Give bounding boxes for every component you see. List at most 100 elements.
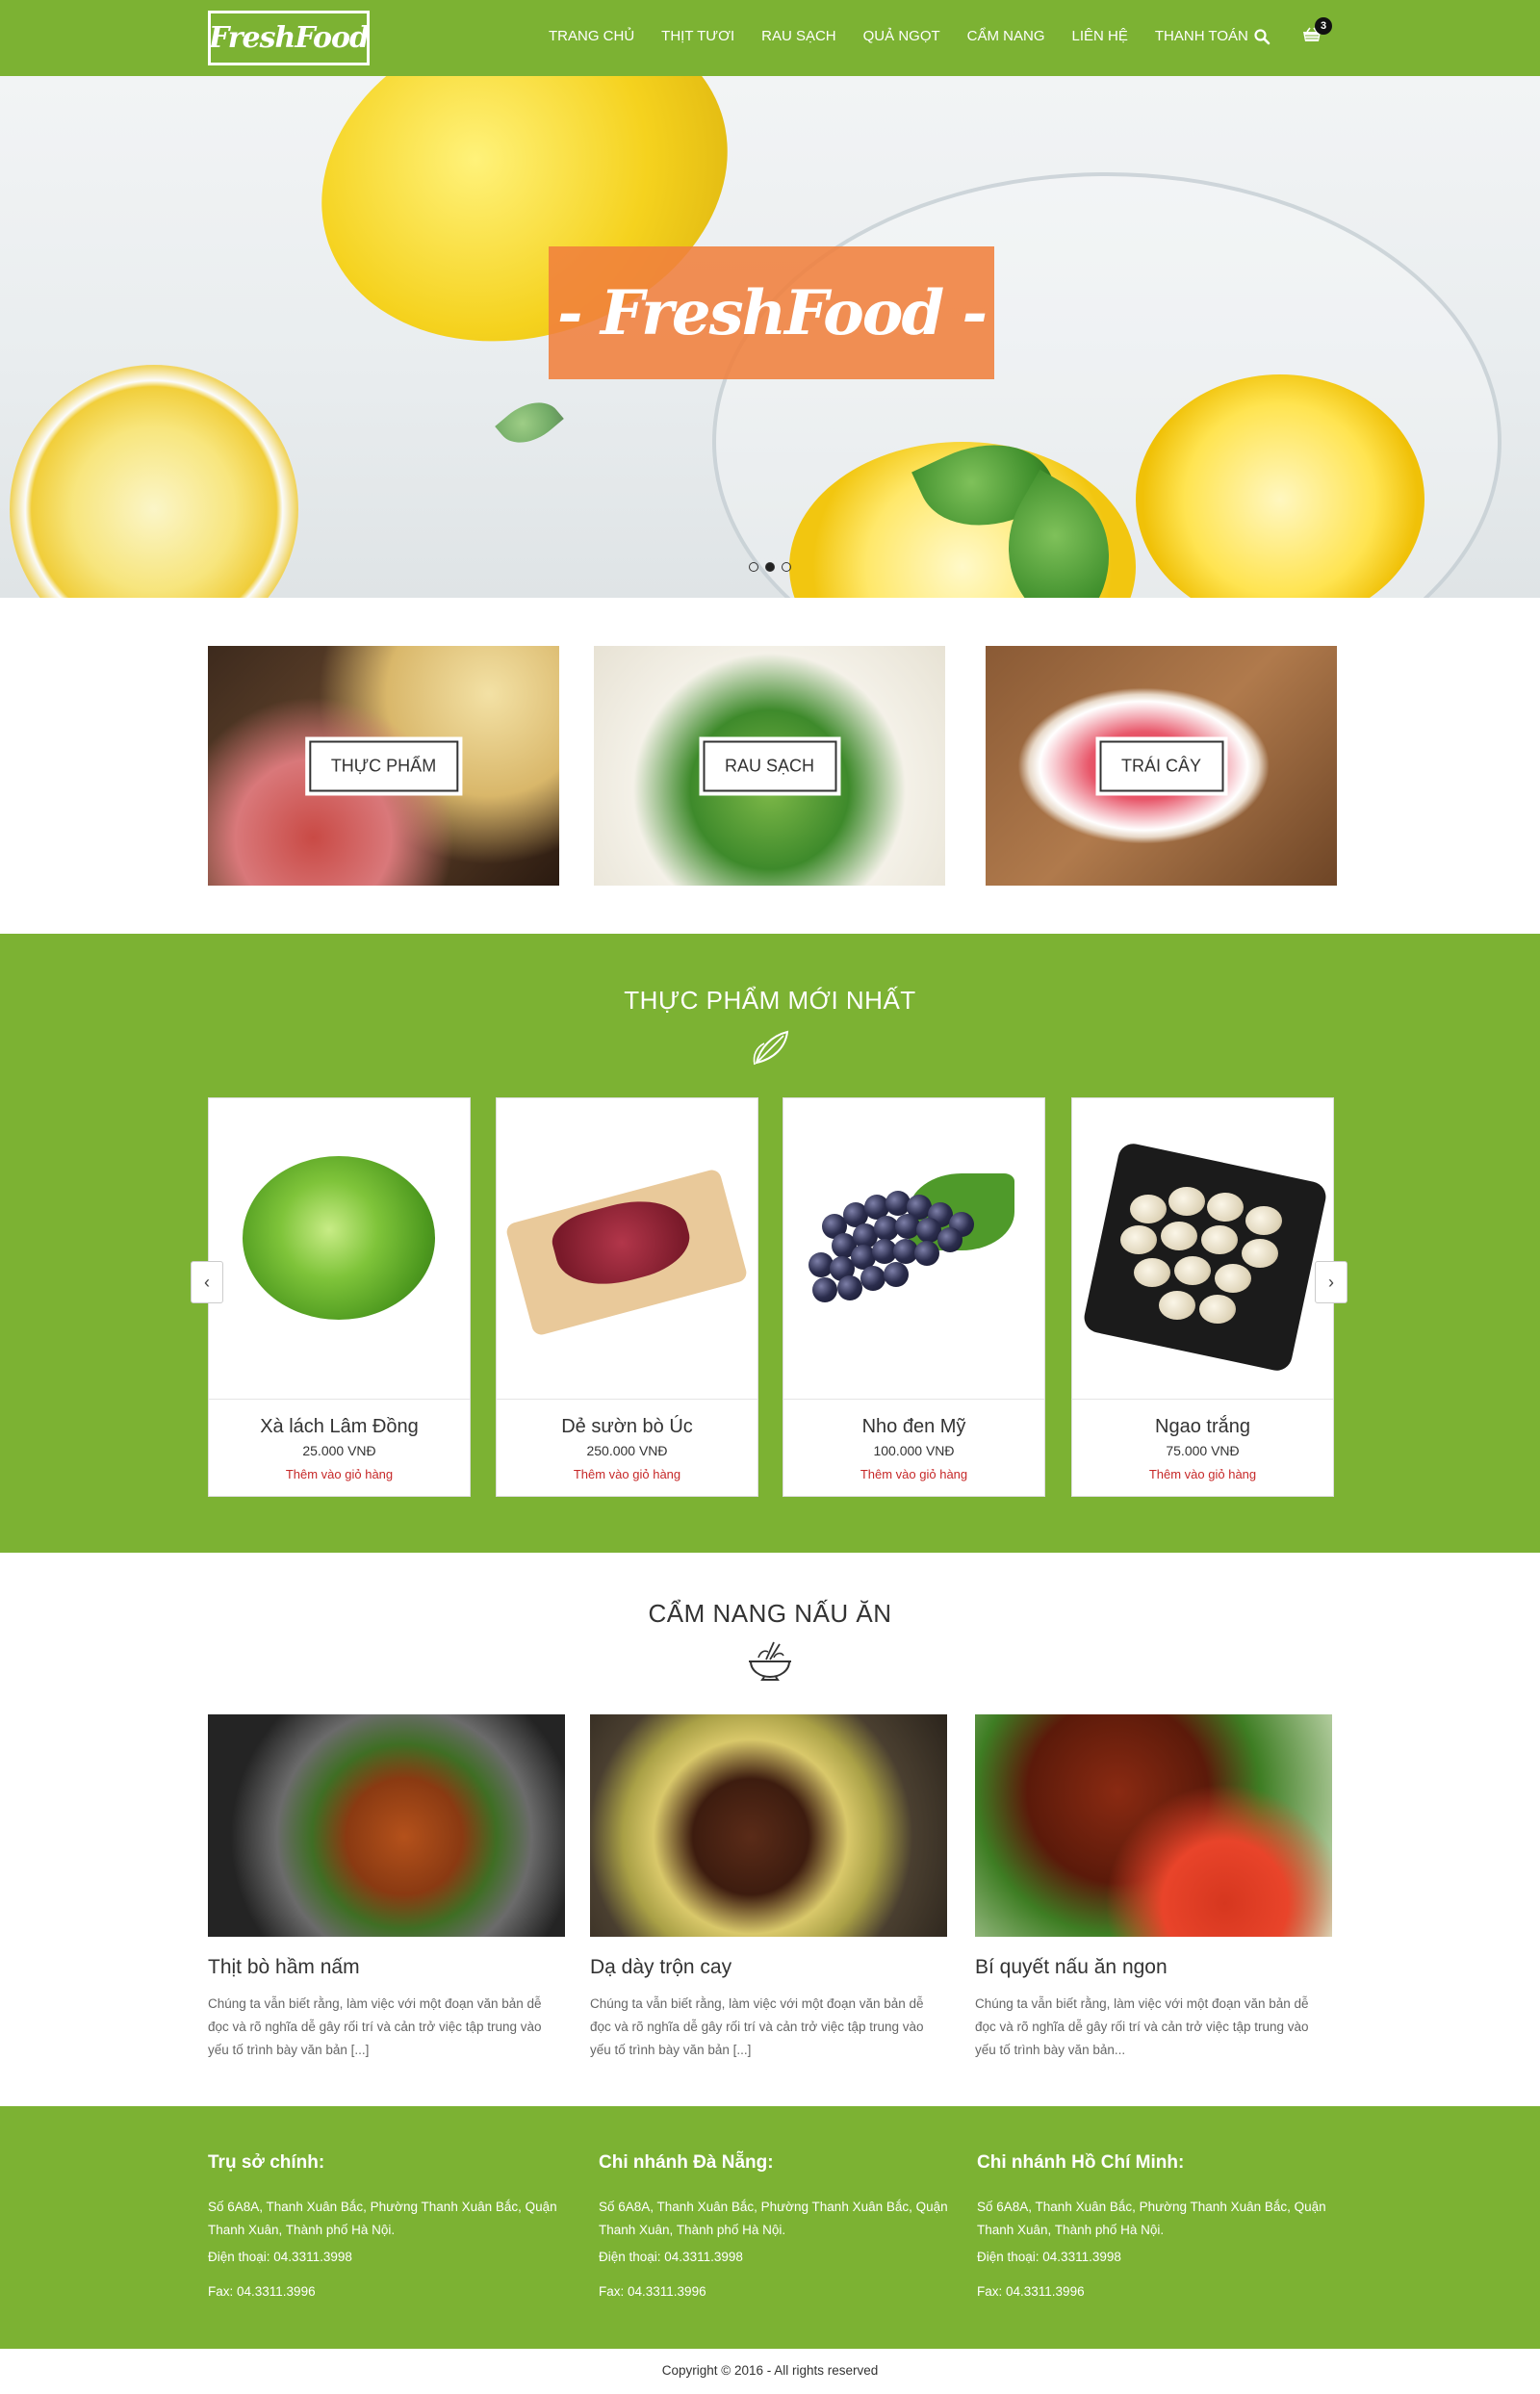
site-logo[interactable]: FreshFood	[208, 11, 370, 65]
leaf-icon	[753, 1030, 789, 1066]
slider-dot-2[interactable]	[765, 562, 775, 572]
branch-phone: Điện thoại: 04.3311.3998	[599, 2250, 743, 2264]
post-title[interactable]: Thịt bò hầm nấm	[208, 1956, 565, 1979]
footer-branch-hq: Trụ sở chính: Số 6A8A, Thanh Xuân Bắc, P…	[208, 2152, 574, 2299]
branch-address: Số 6A8A, Thanh Xuân Bắc, Phường Thanh Xu…	[208, 2200, 557, 2237]
nav-item-thit-tuoi[interactable]: THỊT TƯƠI	[661, 28, 734, 44]
site-footer: Trụ sở chính: Số 6A8A, Thanh Xuân Bắc, P…	[0, 2106, 1540, 2349]
category-label[interactable]: RAU SẠCH	[698, 736, 841, 795]
nav-item-cam-nang[interactable]: CẨM NANG	[967, 28, 1045, 44]
section-title: CẨM NANG NẤU ĂN	[648, 1599, 892, 1628]
product-name[interactable]: Dẻ sườn bò Úc	[497, 1416, 757, 1438]
clam-image	[1215, 1264, 1251, 1293]
grape-image	[837, 1275, 862, 1300]
footer-branch-ho-chi-minh: Chi nhánh Hồ Chí Minh: Số 6A8A, Thanh Xu…	[977, 2152, 1343, 2299]
carousel-next-button[interactable]: ›	[1315, 1261, 1348, 1303]
add-to-cart-link[interactable]: Thêm vào giỏ hàng	[209, 1467, 470, 1481]
product-name[interactable]: Ngao trắng	[1072, 1416, 1333, 1438]
grape-image	[914, 1241, 939, 1266]
branch-heading: Chi nhánh Đà Nẵng:	[599, 2152, 774, 2173]
clam-image	[1130, 1195, 1167, 1223]
category-tile-rau-sach[interactable]: RAU SẠCH	[594, 646, 945, 886]
clam-image	[1245, 1206, 1282, 1235]
category-label[interactable]: THỰC PHẨM	[304, 736, 463, 795]
product-name[interactable]: Xà lách Lâm Đồng	[209, 1416, 470, 1438]
hero-slider[interactable]: - FreshFood -	[0, 76, 1540, 598]
slider-dot-1[interactable]	[749, 562, 758, 572]
product-card[interactable]: Dẻ sườn bò Úc 250.000 VNĐ Thêm vào giỏ h…	[496, 1097, 758, 1497]
branch-phone: Điện thoại: 04.3311.3998	[208, 2250, 352, 2264]
nav-item-rau-sach[interactable]: RAU SẠCH	[761, 28, 836, 44]
clam-image	[1174, 1256, 1211, 1285]
category-tile-thuc-pham[interactable]: THỰC PHẨM	[208, 646, 559, 886]
footer-branch-da-nang: Chi nhánh Đà Nẵng: Số 6A8A, Thanh Xuân B…	[599, 2152, 964, 2299]
grape-image	[937, 1227, 962, 1252]
product-image[interactable]	[783, 1098, 1044, 1400]
branch-address: Số 6A8A, Thanh Xuân Bắc, Phường Thanh Xu…	[977, 2200, 1326, 2237]
add-to-cart-link[interactable]: Thêm vào giỏ hàng	[783, 1467, 1044, 1481]
slider-dots	[749, 562, 791, 572]
blog-post-card[interactable]: Bí quyết nấu ăn ngon Chúng ta vẫn biết r…	[975, 1714, 1332, 2062]
section-title: THỰC PHẨM MỚI NHẤT	[624, 986, 916, 1015]
search-icon[interactable]	[1253, 28, 1270, 45]
cart-count-badge: 3	[1315, 17, 1332, 35]
add-to-cart-link[interactable]: Thêm vào giỏ hàng	[497, 1467, 757, 1481]
bowl-icon	[749, 1641, 791, 1681]
post-image[interactable]	[208, 1714, 565, 1937]
clam-image	[1199, 1295, 1236, 1324]
branch-phone: Điện thoại: 04.3311.3998	[977, 2250, 1121, 2264]
hero-lemon-slice-image	[10, 365, 298, 598]
product-card[interactable]: Ngao trắng 75.000 VNĐ Thêm vào giỏ hàng	[1071, 1097, 1334, 1497]
product-price: 25.000 VNĐ	[302, 1443, 376, 1458]
post-image[interactable]	[975, 1714, 1332, 1937]
clam-image	[1161, 1222, 1197, 1250]
post-title[interactable]: Bí quyết nấu ăn ngon	[975, 1956, 1332, 1979]
category-tile-trai-cay[interactable]: TRÁI CÂY	[986, 646, 1337, 886]
product-image[interactable]	[497, 1098, 757, 1400]
hero-banner-title: - FreshFood -	[549, 246, 994, 379]
nav-item-trang-chu[interactable]: TRANG CHỦ	[549, 28, 634, 44]
blog-post-card[interactable]: Thịt bò hầm nấm Chúng ta vẫn biết rằng, …	[208, 1714, 565, 2062]
carousel-prev-button[interactable]: ‹	[191, 1261, 223, 1303]
grape-image	[884, 1262, 909, 1287]
clam-image	[1201, 1225, 1238, 1254]
nav-item-qua-ngot[interactable]: QUẢ NGỌT	[863, 28, 940, 44]
clam-image	[1134, 1258, 1170, 1287]
product-card[interactable]: Xà lách Lâm Đồng 25.000 VNĐ Thêm vào giỏ…	[208, 1097, 471, 1497]
post-excerpt: Chúng ta vẫn biết rằng, làm việc với một…	[975, 1996, 1309, 2057]
nav-item-lien-he[interactable]: LIÊN HỆ	[1072, 28, 1128, 44]
clam-image	[1120, 1225, 1157, 1254]
plate-image	[1081, 1141, 1329, 1374]
add-to-cart-link[interactable]: Thêm vào giỏ hàng	[1072, 1467, 1333, 1481]
clam-image	[1168, 1187, 1205, 1216]
site-header: FreshFood TRANG CHỦ THỊT TƯƠI RAU SẠCH Q…	[0, 0, 1540, 76]
main-nav: TRANG CHỦ THỊT TƯƠI RAU SẠCH QUẢ NGỌT CẨ…	[549, 28, 1275, 44]
post-excerpt: Chúng ta vẫn biết rằng, làm việc với một…	[208, 1996, 542, 2057]
product-price: 75.000 VNĐ	[1166, 1443, 1240, 1458]
product-image[interactable]	[1072, 1098, 1333, 1400]
slider-dot-3[interactable]	[782, 562, 791, 572]
copyright-text: Copyright © 2016 - All rights reserved	[661, 2363, 879, 2378]
clam-image	[1242, 1239, 1278, 1268]
post-excerpt: Chúng ta vẫn biết rằng, làm việc với một…	[590, 1996, 924, 2057]
nav-item-thanh-toan[interactable]: THANH TOÁN	[1155, 28, 1248, 44]
product-image[interactable]	[209, 1098, 470, 1400]
category-label[interactable]: TRÁI CÂY	[1094, 736, 1228, 795]
product-price: 250.000 VNĐ	[586, 1443, 668, 1458]
branch-fax: Fax: 04.3311.3996	[208, 2284, 316, 2299]
product-price: 100.000 VNĐ	[873, 1443, 955, 1458]
new-products-section: THỰC PHẨM MỚI NHẤT Xà lách Lâm Đồng 25.0…	[0, 934, 1540, 1553]
grape-image	[860, 1266, 886, 1291]
branch-heading: Trụ sở chính:	[208, 2152, 325, 2173]
branch-fax: Fax: 04.3311.3996	[599, 2284, 706, 2299]
branch-fax: Fax: 04.3311.3996	[977, 2284, 1085, 2299]
branch-address: Số 6A8A, Thanh Xuân Bắc, Phường Thanh Xu…	[599, 2200, 948, 2237]
post-image[interactable]	[590, 1714, 947, 1937]
clam-image	[1207, 1193, 1244, 1222]
branch-heading: Chi nhánh Hồ Chí Minh:	[977, 2152, 1185, 2173]
blog-post-card[interactable]: Dạ dày trộn cay Chúng ta vẫn biết rằng, …	[590, 1714, 947, 2062]
product-card[interactable]: Nho đen Mỹ 100.000 VNĐ Thêm vào giỏ hàng	[783, 1097, 1045, 1497]
clam-image	[1159, 1291, 1195, 1320]
post-title[interactable]: Dạ dày trộn cay	[590, 1956, 947, 1979]
product-name[interactable]: Nho đen Mỹ	[783, 1416, 1044, 1438]
